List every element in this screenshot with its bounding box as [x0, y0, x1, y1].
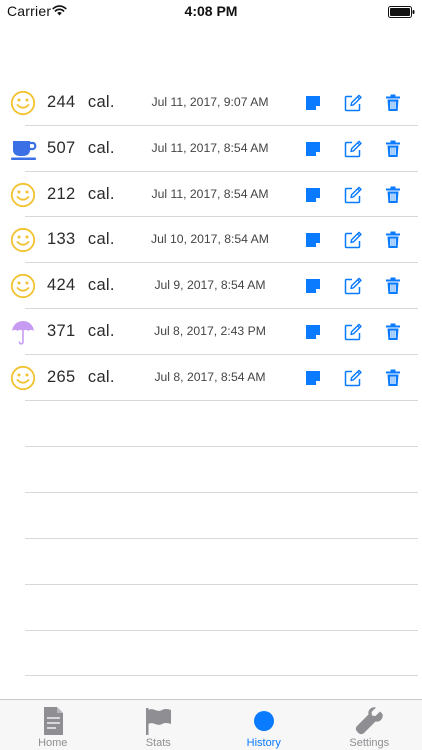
calorie-number: 133	[47, 230, 76, 249]
calorie-number: 371	[47, 321, 76, 340]
history-row[interactable]: 507 cal. Jul 11, 2017, 8:54 AM	[0, 126, 422, 172]
history-row[interactable]: 212 cal. Jul 11, 2017, 8:54 AM	[0, 172, 422, 218]
calorie-value: 265 cal.	[47, 368, 115, 387]
history-row[interactable]: 244 cal. Jul 11, 2017, 9:07 AM	[0, 80, 422, 126]
calorie-value: 212 cal.	[47, 185, 115, 204]
history-list: 244 cal. Jul 11, 2017, 9:07 AM 507 cal.	[0, 80, 422, 401]
empty-row-separator	[25, 446, 418, 447]
edit-icon[interactable]	[343, 230, 363, 250]
status-time: 4:08 PM	[184, 3, 238, 19]
edit-icon[interactable]	[343, 276, 363, 296]
calorie-unit: cal.	[87, 367, 115, 386]
tab-bar: Home Stats History Settings	[0, 699, 422, 750]
note-icon[interactable]	[303, 185, 323, 205]
trash-icon[interactable]	[383, 322, 403, 342]
calorie-value: 507 cal.	[47, 139, 115, 158]
entry-datetime: Jul 8, 2017, 2:43 PM	[154, 323, 266, 338]
tab-label: Home	[38, 737, 68, 749]
edit-icon[interactable]	[343, 322, 363, 342]
edit-icon[interactable]	[343, 185, 363, 205]
calorie-value: 244 cal.	[47, 93, 115, 112]
smiley-icon	[10, 273, 36, 299]
note-icon[interactable]	[303, 276, 323, 296]
calorie-value: 424 cal.	[47, 276, 115, 295]
trash-icon[interactable]	[383, 93, 403, 113]
wrench-icon	[353, 705, 385, 737]
smiley-icon	[10, 182, 36, 208]
smiley-icon	[10, 227, 36, 253]
calorie-value: 371 cal.	[47, 322, 115, 341]
tab-stats[interactable]: Stats	[106, 700, 212, 750]
history-row[interactable]: 371 cal. Jul 8, 2017, 2:43 PM	[0, 309, 422, 355]
empty-row-separator	[25, 630, 418, 631]
calorie-number: 507	[47, 138, 76, 157]
calorie-unit: cal.	[87, 138, 115, 157]
calorie-unit: cal.	[87, 93, 115, 111]
trash-icon[interactable]	[383, 276, 403, 296]
smiley-icon	[10, 90, 36, 116]
calorie-unit: cal.	[87, 321, 115, 340]
empty-row-separator	[25, 584, 418, 585]
note-icon[interactable]	[303, 139, 323, 159]
entry-datetime: Jul 11, 2017, 8:54 AM	[151, 186, 269, 201]
coffee-icon	[10, 136, 37, 162]
trash-icon[interactable]	[383, 230, 403, 250]
entry-datetime: Jul 8, 2017, 8:54 AM	[154, 369, 266, 384]
tab-label: History	[246, 737, 281, 749]
calorie-number: 265	[47, 367, 76, 386]
note-icon[interactable]	[303, 93, 323, 113]
tab-settings[interactable]: Settings	[317, 700, 422, 750]
status-bar: Carrier 4:08 PM	[0, 0, 422, 22]
smiley-icon	[10, 365, 36, 391]
calorie-number: 424	[47, 276, 76, 295]
circle-icon	[248, 705, 280, 737]
tab-label: Settings	[349, 737, 390, 749]
edit-icon[interactable]	[343, 139, 363, 159]
note-icon[interactable]	[303, 230, 323, 250]
entry-datetime: Jul 10, 2017, 8:54 AM	[151, 232, 269, 247]
edit-icon[interactable]	[343, 93, 363, 113]
trash-icon[interactable]	[383, 139, 403, 159]
document-icon	[37, 705, 69, 737]
empty-row-separator	[25, 675, 418, 676]
history-row[interactable]: 424 cal. Jul 9, 2017, 8:54 AM	[0, 263, 422, 309]
entry-datetime: Jul 11, 2017, 8:54 AM	[151, 140, 269, 155]
tab-label: Stats	[145, 737, 171, 749]
umbrella-icon	[10, 319, 36, 345]
calorie-unit: cal.	[87, 276, 115, 295]
calorie-unit: cal.	[87, 184, 115, 203]
calorie-number: 244	[47, 93, 76, 111]
entry-datetime: Jul 11, 2017, 9:07 AM	[151, 95, 269, 109]
calorie-unit: cal.	[87, 230, 115, 249]
battery-icon	[388, 5, 415, 23]
empty-row-separator	[25, 492, 418, 493]
entry-datetime: Jul 9, 2017, 8:54 AM	[154, 278, 266, 293]
calorie-number: 212	[47, 184, 76, 203]
history-row[interactable]: 133 cal. Jul 10, 2017, 8:54 AM	[0, 217, 422, 263]
edit-icon[interactable]	[343, 368, 363, 388]
trash-icon[interactable]	[383, 185, 403, 205]
trash-icon[interactable]	[383, 368, 403, 388]
tab-home[interactable]: Home	[0, 700, 106, 750]
history-row[interactable]: 265 cal. Jul 8, 2017, 8:54 AM	[0, 355, 422, 401]
note-icon[interactable]	[303, 368, 323, 388]
note-icon[interactable]	[303, 322, 323, 342]
tab-history[interactable]: History	[211, 700, 317, 750]
calorie-value: 133 cal.	[47, 230, 115, 249]
empty-row-separator	[25, 538, 418, 539]
flag-icon	[142, 705, 174, 737]
